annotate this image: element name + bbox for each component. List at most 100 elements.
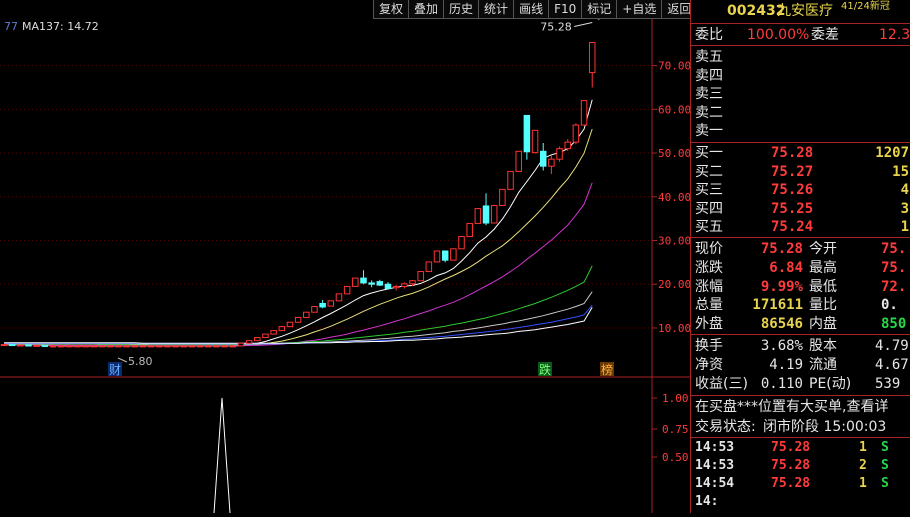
candle [41,344,49,347]
buy-row[interactable]: 买一 75.28 1207 [691,144,910,162]
stat-label: 最低 [809,278,837,295]
mark-button[interactable]: 标记 [581,0,618,19]
candle [392,285,400,289]
candle [343,285,351,295]
sell-level-label: 卖二 [695,104,723,121]
stat-label: 最高 [809,259,837,276]
candle [213,345,220,348]
divider [691,237,910,238]
divider [691,142,910,143]
buy-level-label: 买一 [695,145,723,161]
finance-label: PE(动) [809,376,852,392]
tick-price: 75.28 [771,476,811,491]
stock-header: 002432 九安医疗 41/24新冠 [691,0,910,20]
buy-row[interactable]: 买二 75.27 15 [691,163,910,181]
buy-volume: 4 [900,182,909,199]
buy-row[interactable]: 买四 75.25 3 [691,200,910,218]
candle [360,277,367,284]
candle [278,326,286,332]
candle [450,248,457,261]
buy-volume: 1 [900,219,909,236]
divider [691,334,910,335]
buy-price: 75.28 [771,145,814,161]
buy-row[interactable]: 买五 75.24 1 [691,218,910,236]
history-button[interactable]: 历史 [443,0,480,19]
candle [155,345,163,348]
overlay-button[interactable]: 叠加 [408,0,445,19]
tick-row: 14:53 75.28 1 S [691,439,910,457]
candle [433,250,441,263]
divider [691,45,910,46]
stock-name: 九安医疗 [777,3,833,19]
sell-row[interactable]: 卖二 [691,104,910,122]
stat-label: 内盘 [809,316,837,333]
candle [580,100,588,126]
sell-row[interactable]: 卖五 [691,48,910,66]
buy-price: 75.25 [771,200,814,217]
weibi-value: 100.00% [747,27,810,43]
stats-button[interactable]: 统计 [478,0,515,19]
candle [139,345,147,348]
tick-volume: 2 [859,458,867,473]
event-marker: 跌 [539,362,551,377]
kline-chart[interactable]: 70.00 60.00 50.00 40.00 30.00 20.00 10.00 75.28… [0,0,691,514]
sell-row[interactable]: 卖四 [691,67,910,85]
price-tick-label: 10.00 [658,322,690,335]
lower-tick-label: 0.75 [662,423,689,436]
candle [229,345,237,348]
buy-row[interactable]: 买三 75.26 4 [691,181,910,199]
candle [482,205,490,224]
f10-button[interactable]: F10 [548,0,583,19]
finance-value: 0.110 [760,376,803,392]
tick-time: 14:53 [695,458,735,473]
indicator-selector[interactable]: 77 [4,20,18,33]
finance-label: 收益(三) [695,376,748,392]
price-tick-label: 30.00 [658,235,690,248]
low-price-label: 5.80 [128,355,153,368]
divider [691,23,910,24]
stat-value: 75. [881,241,907,257]
stat-label: 总量 [695,297,723,314]
low-price-pointer [117,357,128,363]
sell-level-label: 卖三 [695,86,723,103]
candle [515,150,522,172]
kline-chart-area[interactable]: 70.00 60.00 50.00 40.00 30.00 20.00 10.00 75.28… [0,0,698,514]
status-value: 闭市阶段 15:00:03 [763,419,887,435]
stock-tag[interactable]: 41/24新冠 [841,0,890,16]
price-tick-label: 60.00 [658,103,690,116]
finance-row: 换手 3.68% 股本 4.79 [691,337,910,355]
candle [172,345,179,348]
tick-volume: 1 [859,476,867,491]
tick-time: 14:53 [695,440,735,455]
buy-price: 75.24 [771,219,814,236]
candle [490,205,498,224]
candle [0,344,8,347]
fuquan-button[interactable]: 复权 [373,0,410,19]
finance-row: 收益(三) 0.110 PE(动) 539 [691,375,910,393]
sell-row[interactable]: 卖三 [691,85,910,103]
quote-panel: 002432 九安医疗 41/24新冠 委比 100.00% 委差 12.3 卖… [690,0,910,513]
lower-tick-label: 1.00 [662,392,689,405]
price-tick-label: 40.00 [658,191,690,204]
stat-label: 今开 [809,241,837,257]
divider [691,437,910,438]
candle [188,345,196,348]
stat-value: 0. [881,297,898,314]
sell-row[interactable]: 卖一 [691,122,910,140]
finance-label: 股本 [809,338,837,354]
candle [180,345,187,348]
candle [106,345,114,348]
candle [98,345,106,348]
big-order-notice[interactable]: 在买盘***位置有大买单,查看详 [691,398,910,416]
add-watchlist-button[interactable]: +自选 [616,0,663,19]
candle [327,300,335,307]
candle [74,345,81,348]
finance-value: 4.67 [875,357,909,373]
finance-label: 换手 [695,338,723,354]
draw-line-button[interactable]: 画线 [513,0,550,19]
candle [417,271,424,282]
lower-tick-label: 0.50 [662,451,689,464]
stat-value: 86546 [760,316,803,333]
event-marker: 榜 [601,362,613,377]
candle [82,345,89,348]
